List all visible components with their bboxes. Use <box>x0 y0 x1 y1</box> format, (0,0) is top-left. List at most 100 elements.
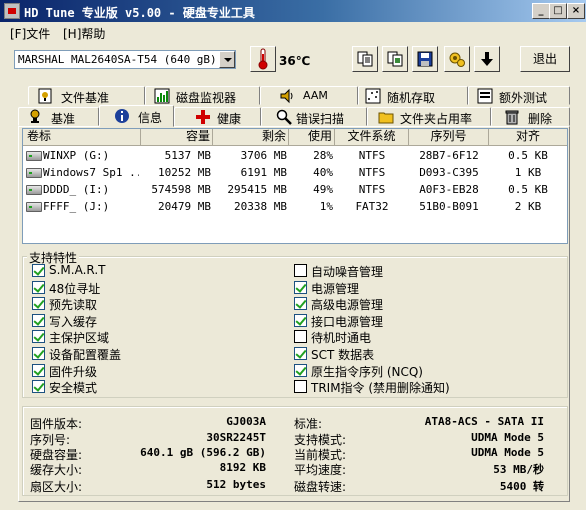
column-header[interactable]: 对齐 <box>489 129 567 145</box>
info-icon <box>115 109 129 123</box>
app-icon <box>4 3 20 19</box>
copy-text-button[interactable] <box>352 46 378 72</box>
volume-free: 3706 MB <box>240 149 287 162</box>
feature-label: 待机时通电 <box>311 331 372 345</box>
checkbox[interactable] <box>294 347 307 360</box>
tab-erase[interactable]: 删除 <box>491 107 570 126</box>
menu-file[interactable]: [F]文件 <box>10 25 50 42</box>
feature-label: SCT 数据表 <box>311 348 375 362</box>
info-value: 512 bytes <box>206 478 266 491</box>
volume-used: 1% <box>319 200 333 213</box>
copy-screenshot-button[interactable] <box>382 46 408 72</box>
disk-monitor-icon <box>154 88 170 104</box>
feature-label: 固件升级 <box>49 365 98 379</box>
checkbox[interactable] <box>294 314 307 327</box>
volume-label: DDDD_ (I:) <box>43 183 110 196</box>
feature-label: 高级电源管理 <box>311 298 384 312</box>
feature-label: S.M.A.R.T <box>49 263 106 277</box>
toolbar: MARSHAL MAL2640SA-T54 (640 gB) 36℃ 退出 <box>0 42 586 78</box>
table-row[interactable]: WINXP (G:) 5137 MB 3706 MB 28% NTFS 28B7… <box>23 147 567 164</box>
window-title: HD Tune 专业版 v5.00 - 硬盘专业工具 <box>24 6 255 20</box>
options-icon <box>449 52 465 67</box>
checkbox[interactable] <box>294 264 307 277</box>
checkbox[interactable] <box>32 330 45 343</box>
info-value: 8192 KB <box>219 461 266 474</box>
info-capacity: 硬盘容量: 640.1 gB (596.2 GB) <box>30 446 266 462</box>
info-current-mode: 当前模式: UDMA Mode 5 <box>294 446 544 462</box>
tab-extra-tests[interactable]: 额外测试 <box>468 86 570 105</box>
feature-label: 主保护区域 <box>49 331 110 345</box>
tab-aam[interactable]: AAM <box>260 86 358 105</box>
options-button[interactable] <box>444 46 470 72</box>
checkbox[interactable] <box>32 364 45 377</box>
column-header[interactable]: 容量 <box>141 129 213 145</box>
disk-icon <box>26 168 42 178</box>
volume-capacity: 574598 MB <box>151 183 211 196</box>
volume-free: 295415 MB <box>227 183 287 196</box>
checkbox[interactable] <box>294 364 307 377</box>
tab-label: 磁盘监视器 <box>176 91 237 105</box>
tab-file-benchmark[interactable]: 文件基准 <box>28 86 145 105</box>
checkbox[interactable] <box>32 347 45 360</box>
minimize-button[interactable]: _ <box>532 3 550 19</box>
checkbox[interactable] <box>32 380 45 393</box>
maximize-button[interactable]: □ <box>549 3 567 19</box>
copy-screenshot-icon <box>387 51 403 67</box>
tab-folder-usage[interactable]: 文件夹占用率 <box>367 107 491 126</box>
chevron-down-icon[interactable] <box>219 51 235 68</box>
checkbox[interactable] <box>294 380 307 393</box>
tab-info[interactable]: 信息 <box>99 105 174 127</box>
title-bar[interactable]: HD Tune 专业版 v5.00 - 硬盘专业工具 _ □ × <box>0 0 586 22</box>
save-button[interactable] <box>412 46 438 72</box>
volume-capacity: 10252 MB <box>158 166 211 179</box>
table-row[interactable]: FFFF_ (J:) 20479 MB 20338 MB 1% FAT32 51… <box>23 198 567 215</box>
tab-label: 健康 <box>217 112 242 126</box>
tab-health[interactable]: 健康 <box>174 107 261 126</box>
drive-select[interactable]: MARSHAL MAL2640SA-T54 (640 gB) <box>14 50 236 69</box>
column-header[interactable]: 文件系统 <box>335 129 409 145</box>
speaker-icon <box>280 88 293 104</box>
info-standard: 标准: ATA8-ACS - SATA II <box>294 415 544 431</box>
checkbox[interactable] <box>294 297 307 310</box>
info-cache: 缓存大小: 8192 KB <box>30 461 266 477</box>
volume-serial: 28B7-6F12 <box>419 149 479 162</box>
tab-label: 信息 <box>138 111 163 125</box>
column-header[interactable]: 剩余 <box>213 129 289 145</box>
checkbox[interactable] <box>294 330 307 343</box>
disk-icon <box>26 151 42 161</box>
checkbox[interactable] <box>32 264 45 277</box>
exit-button[interactable]: 退出 <box>520 46 570 72</box>
volume-alignment: 2 KB <box>514 200 542 213</box>
volume-list-header: 卷标 容量 剩余 使用 文件系统 序列号 对齐 <box>23 129 567 146</box>
checkbox[interactable] <box>294 281 307 294</box>
down-arrow-button[interactable] <box>474 46 500 72</box>
volume-label: Windows7 Sp1 ... <box>43 166 139 179</box>
info-value: 53 MB/秒 <box>493 463 544 476</box>
tab-label: 删除 <box>528 112 553 126</box>
tab-random-access[interactable]: 随机存取 <box>358 86 468 105</box>
volume-list[interactable]: 卷标 容量 剩余 使用 文件系统 序列号 对齐 WINXP (G:) 5137 … <box>22 128 568 244</box>
table-row[interactable]: Windows7 Sp1 ... 10252 MB 6191 MB 40% NT… <box>23 164 567 181</box>
checkbox[interactable] <box>32 297 45 310</box>
tab-label: 随机存取 <box>387 91 436 105</box>
temperature-button[interactable] <box>250 46 276 72</box>
feature-label: 原生指令序列 (NCQ) <box>311 365 423 379</box>
tab-error-scan[interactable]: 错误扫描 <box>261 107 367 126</box>
file-benchmark-icon <box>38 88 52 104</box>
column-header[interactable]: 序列号 <box>409 129 489 145</box>
tab-benchmark[interactable]: 基准 <box>18 107 99 126</box>
info-value: GJ003A <box>226 415 266 428</box>
menu-help[interactable]: [H]帮助 <box>63 25 105 42</box>
extra-tests-icon <box>477 88 493 104</box>
tab-disk-monitor[interactable]: 磁盘监视器 <box>145 86 260 105</box>
info-rotation-speed: 磁盘转速: 5400 转 <box>294 478 544 494</box>
volume-filesystem: NTFS <box>358 166 386 179</box>
info-label: 磁盘转速: <box>294 480 347 494</box>
table-row[interactable]: DDDD_ (I:) 574598 MB 295415 MB 49% NTFS … <box>23 181 567 198</box>
column-header[interactable]: 使用 <box>289 129 335 145</box>
column-header[interactable]: 卷标 <box>23 129 141 145</box>
info-firmware: 固件版本: GJ003A <box>30 415 266 431</box>
checkbox[interactable] <box>32 281 45 294</box>
close-button[interactable]: × <box>567 3 585 19</box>
checkbox[interactable] <box>32 314 45 327</box>
